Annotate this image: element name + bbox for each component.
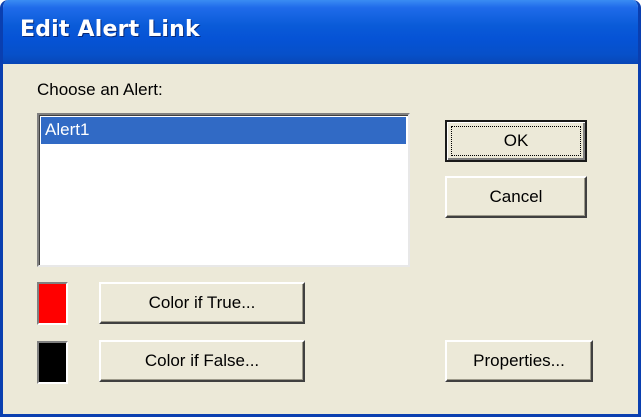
color-if-true-label: Color if True... <box>148 293 256 312</box>
true-color-swatch <box>37 282 68 325</box>
color-if-true-button[interactable]: Color if True... <box>99 282 305 324</box>
cancel-button-label: Cancel <box>489 187 543 206</box>
color-if-false-label: Color if False... <box>144 351 260 370</box>
edit-alert-link-dialog: Edit Alert Link Choose an Alert: Alert1 … <box>0 0 641 417</box>
color-if-false-button[interactable]: Color if False... <box>99 340 305 382</box>
properties-button-label: Properties... <box>473 351 565 370</box>
ok-button-label: OK <box>503 131 529 150</box>
ok-button[interactable]: OK <box>445 120 587 162</box>
alert-listbox[interactable]: Alert1 <box>37 113 410 267</box>
title-bar[interactable]: Edit Alert Link <box>3 0 638 64</box>
list-item-alert1[interactable]: Alert1 <box>41 117 406 144</box>
dialog-title: Edit Alert Link <box>20 17 200 42</box>
cancel-button[interactable]: Cancel <box>445 176 587 218</box>
choose-alert-label: Choose an Alert: <box>37 80 163 99</box>
false-color-swatch <box>37 341 68 384</box>
properties-button[interactable]: Properties... <box>445 340 593 382</box>
